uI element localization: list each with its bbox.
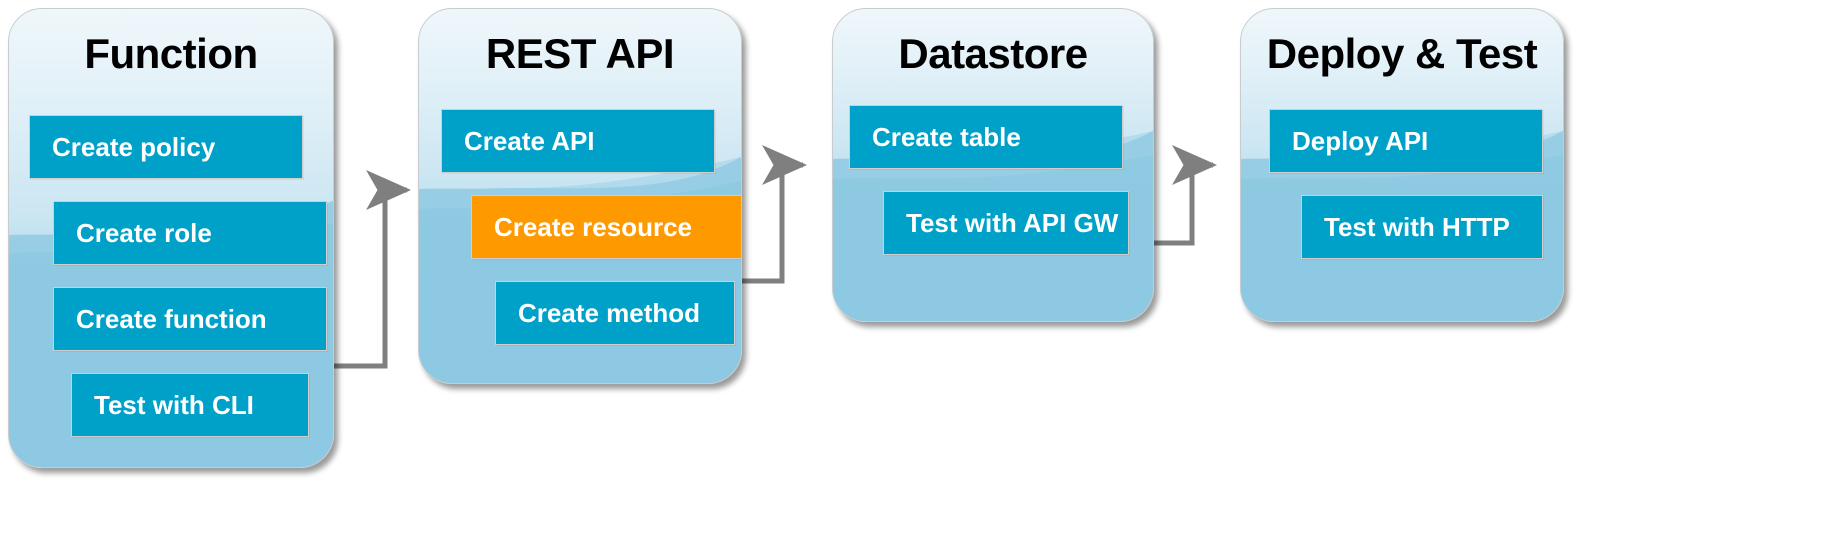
connector-function-to-rest-api	[332, 170, 412, 369]
step-test-with-http[interactable]: Test with HTTP	[1301, 195, 1543, 259]
step-create-role[interactable]: Create role	[53, 201, 327, 265]
step-test-with-api-gw[interactable]: Test with API GW	[883, 191, 1129, 255]
step-label: Deploy API	[1292, 125, 1429, 156]
panel-deploy-test: Deploy & Test Deploy API Test with HTTP	[1240, 8, 1564, 322]
step-label: Create method	[518, 297, 701, 328]
step-label: Create policy	[52, 131, 216, 162]
panel-title-datastore: Datastore	[898, 30, 1088, 77]
panel-datastore: Datastore Create table Test with API GW	[832, 8, 1154, 322]
flow-diagram: Function Create policy Create role Creat…	[0, 0, 1828, 550]
step-label: Test with API GW	[906, 207, 1119, 238]
step-create-table[interactable]: Create table	[849, 105, 1123, 169]
panel-title-rest-api: REST API	[485, 30, 675, 77]
panel-title-deploy-test: Deploy & Test	[1266, 30, 1538, 77]
step-create-function[interactable]: Create function	[53, 287, 327, 351]
connector-rest-api-to-datastore	[740, 145, 808, 284]
step-label: Create role	[76, 217, 212, 248]
step-create-policy[interactable]: Create policy	[29, 115, 303, 179]
step-label: Create API	[464, 125, 595, 156]
step-label: Test with CLI	[94, 389, 254, 420]
step-test-with-cli[interactable]: Test with CLI	[71, 373, 309, 437]
connector-datastore-to-deploy-test	[1152, 145, 1218, 246]
panel-function: Function Create policy Create role Creat…	[8, 8, 334, 468]
panel-title-function: Function	[84, 30, 258, 77]
step-deploy-api[interactable]: Deploy API	[1269, 109, 1543, 173]
panel-rest-api: REST API Create API Create resource Crea…	[418, 8, 742, 384]
step-label: Create table	[872, 121, 1021, 152]
step-create-method[interactable]: Create method	[495, 281, 735, 345]
step-create-resource[interactable]: Create resource	[471, 195, 741, 259]
step-label: Create function	[76, 303, 267, 334]
step-create-api[interactable]: Create API	[441, 109, 715, 173]
step-label: Test with HTTP	[1324, 211, 1510, 242]
step-label: Create resource	[494, 211, 692, 242]
